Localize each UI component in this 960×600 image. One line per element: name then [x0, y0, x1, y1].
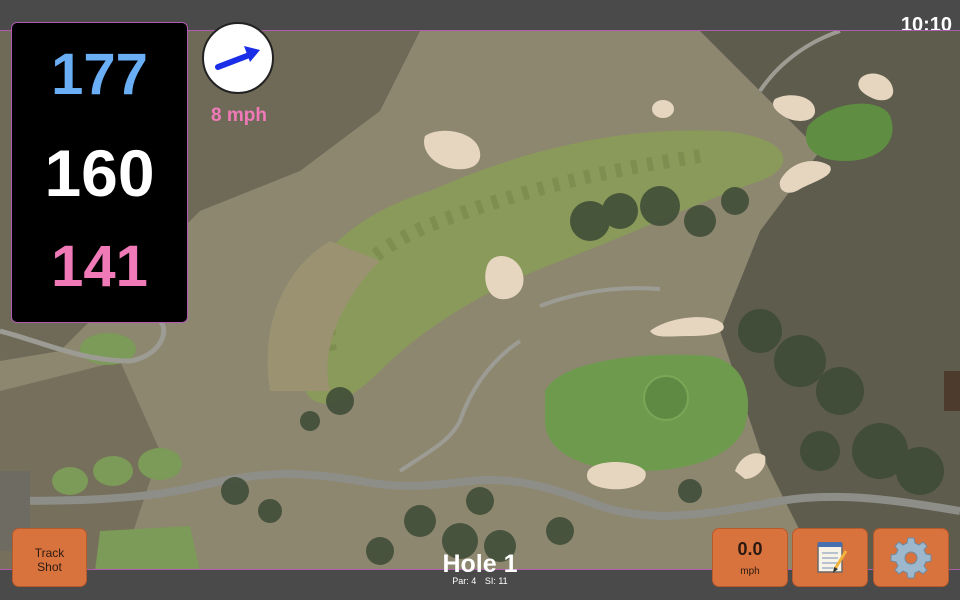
speed-value: 0.0: [737, 539, 763, 559]
gear-icon: [890, 537, 932, 579]
track-shot-label-line1: Track: [34, 546, 65, 560]
front-distance: 141: [51, 234, 148, 299]
notepad-icon: [817, 542, 848, 573]
hole-info: Par: 4 SI: 11: [380, 576, 580, 586]
wind-arrow-icon: [215, 46, 260, 70]
wind-speed: 8 mph: [211, 105, 267, 126]
hole-stroke-index: SI: 11: [484, 576, 508, 586]
hole-title: Hole 1: [442, 550, 518, 578]
back-distance: 177: [51, 42, 148, 107]
speed-button[interactable]: 0.0 mph: [712, 528, 788, 587]
hole-par: Par: 4: [452, 576, 477, 586]
notes-button[interactable]: [792, 528, 868, 587]
speed-unit: mph: [740, 566, 760, 577]
track-shot-label-line2: Shot: [37, 560, 62, 574]
track-shot-button[interactable]: Track Shot: [12, 528, 87, 587]
settings-button[interactable]: [873, 528, 949, 587]
wind-indicator: [202, 22, 274, 94]
distance-panel: 177 160 141: [11, 22, 188, 323]
middle-distance: 160: [44, 136, 155, 210]
